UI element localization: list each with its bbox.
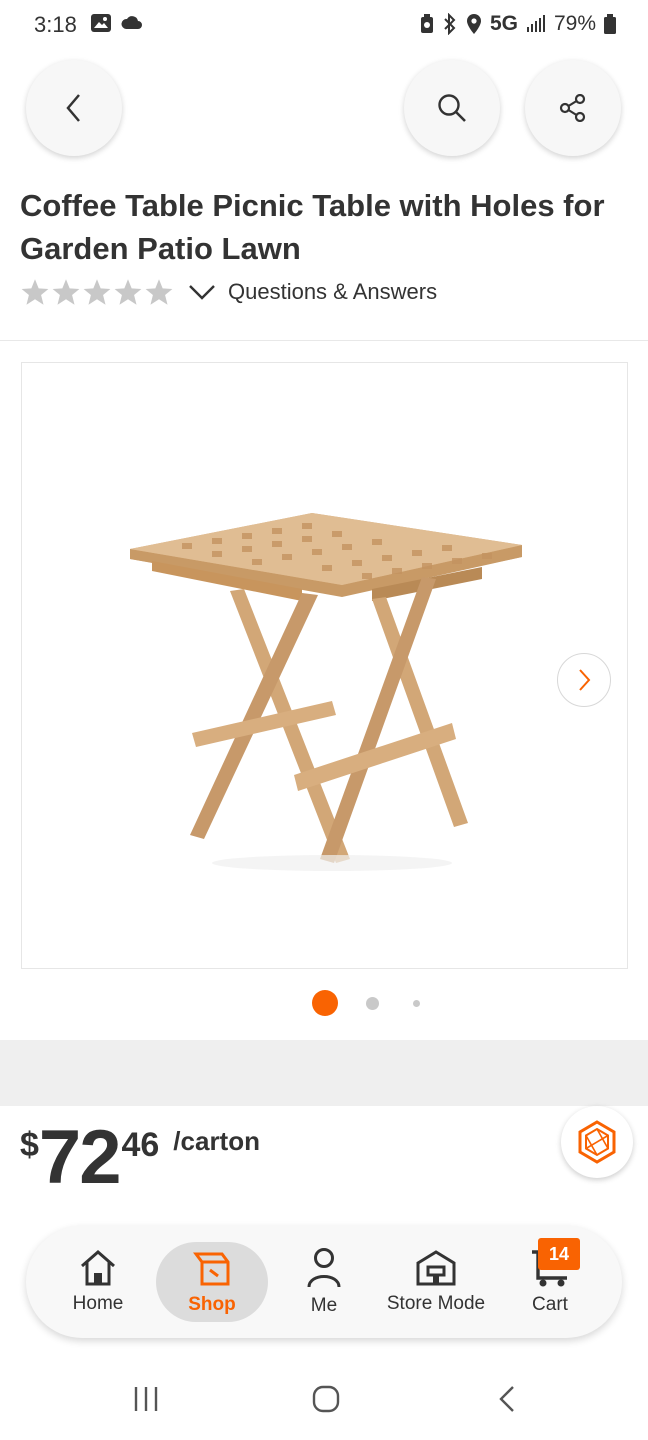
- status-left-icons: [90, 13, 144, 33]
- nav-me-label: Me: [310, 1295, 338, 1316]
- star-rating: [20, 278, 174, 306]
- nav-home[interactable]: Home: [56, 1226, 140, 1338]
- product-image-carousel[interactable]: [21, 362, 628, 969]
- carousel-dot[interactable]: [366, 997, 379, 1010]
- assistant-button[interactable]: [561, 1106, 633, 1178]
- nav-shop-label: Shop: [188, 1294, 236, 1315]
- search-button[interactable]: [404, 60, 500, 156]
- chevron-right-icon: [579, 669, 591, 691]
- nav-shop[interactable]: Shop: [156, 1226, 268, 1338]
- star-icon: [83, 279, 111, 305]
- person-icon: [307, 1248, 341, 1288]
- nav-store-mode[interactable]: Store Mode: [378, 1226, 494, 1338]
- carousel-indicator: [0, 990, 648, 1016]
- system-back-icon[interactable]: [497, 1384, 517, 1414]
- status-right: 5G 79%: [420, 12, 616, 36]
- star-icon: [145, 279, 173, 305]
- product-title: Coffee Table Picnic Table with Holes for…: [20, 188, 605, 266]
- shop-icon: [193, 1252, 230, 1286]
- carousel-dot-active[interactable]: [312, 990, 338, 1016]
- image-icon: [91, 14, 111, 32]
- cart-count-badge: 14: [538, 1238, 580, 1270]
- bottom-nav: Home Shop Me Store Mode Cart 14: [26, 1226, 622, 1338]
- back-button[interactable]: [26, 60, 122, 156]
- search-icon: [438, 94, 466, 122]
- questions-answers-link[interactable]: Questions & Answers: [228, 279, 437, 305]
- status-bar: 3:18 5G 79%: [0, 0, 648, 48]
- status-time: 3:18: [34, 12, 77, 37]
- chevron-left-icon: [66, 94, 80, 122]
- price-unit: /carton: [173, 1126, 260, 1156]
- share-icon: [559, 94, 586, 122]
- price-currency: $: [20, 1126, 39, 1164]
- chevron-down-icon: [189, 285, 215, 300]
- network-label: 5G: [489, 12, 518, 35]
- recent-apps-icon[interactable]: [132, 1384, 160, 1414]
- share-button[interactable]: [525, 60, 621, 156]
- star-icon: [114, 279, 142, 305]
- home-icon: [81, 1250, 115, 1286]
- rating-row[interactable]: Questions & Answers: [20, 278, 437, 306]
- nav-cart-label: Cart: [532, 1294, 568, 1315]
- store-icon: [416, 1250, 456, 1286]
- nav-me[interactable]: Me: [288, 1226, 360, 1338]
- price: $ 72 46 /carton: [20, 1120, 260, 1196]
- price-dollars: 72: [38, 1115, 122, 1200]
- battery-percent: 79%: [553, 12, 596, 35]
- cloud-icon: [121, 16, 142, 29]
- divider: [0, 340, 648, 341]
- battery-saver-icon: [420, 14, 433, 33]
- star-icon: [52, 279, 80, 305]
- hexagon-logo-icon: [578, 1120, 616, 1164]
- product-image: [130, 513, 522, 871]
- section-separator: [0, 1040, 648, 1106]
- nav-home-label: Home: [72, 1293, 124, 1314]
- system-nav-bar: [0, 1360, 648, 1440]
- product-page: 3:18 5G 79% Coffee Table Picnic Table wi…: [0, 0, 648, 1440]
- nav-store-mode-label: Store Mode: [386, 1293, 486, 1314]
- carousel-dot[interactable]: [413, 1000, 420, 1007]
- location-icon: [466, 14, 481, 34]
- star-icon: [21, 279, 49, 305]
- battery-icon: [604, 14, 616, 34]
- price-cents: 46: [121, 1126, 160, 1164]
- signal-icon: [526, 15, 545, 32]
- bluetooth-icon: [444, 13, 456, 35]
- next-image-button[interactable]: [557, 653, 611, 707]
- home-circle-icon[interactable]: [311, 1384, 341, 1414]
